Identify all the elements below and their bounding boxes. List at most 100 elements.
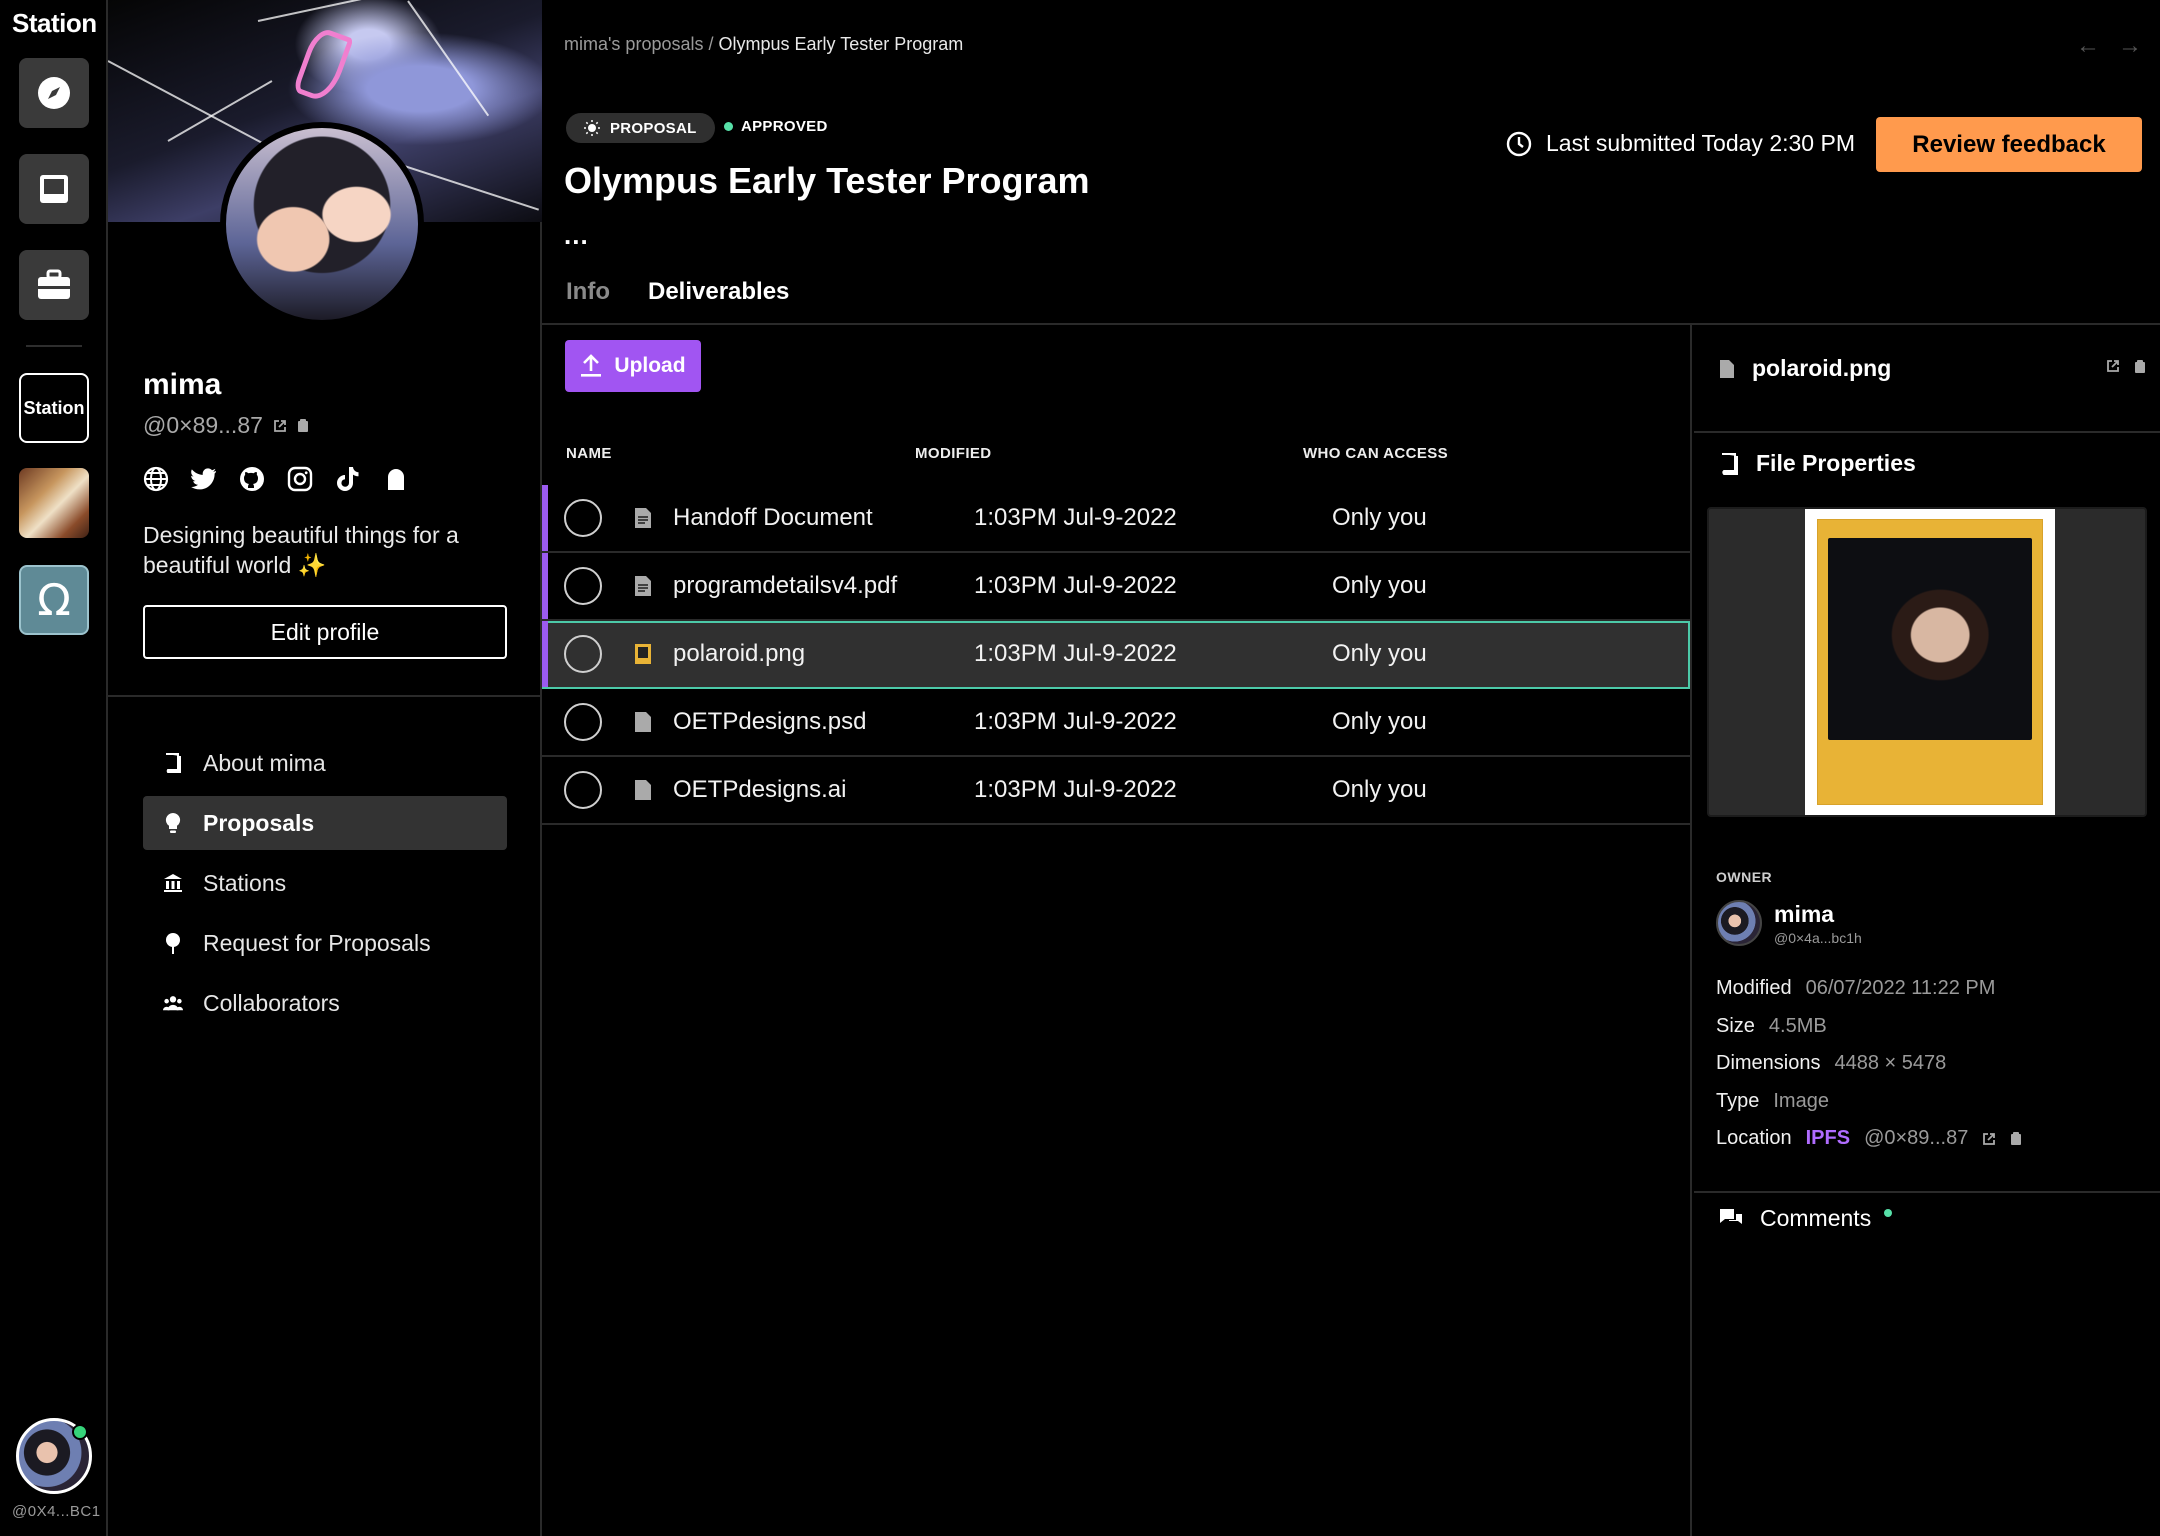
file-modified: 1:03PM Jul-9-2022 <box>974 708 1177 735</box>
row-checkbox[interactable] <box>564 771 602 809</box>
selected-file-name: polaroid.png <box>1752 355 1892 381</box>
file-access: Only you <box>1332 708 1427 735</box>
pin-icon <box>163 933 183 954</box>
prop-value: @0×89...87 <box>1864 1127 1969 1150</box>
nav-about[interactable]: About mima <box>143 736 507 790</box>
nav-stations[interactable]: Stations <box>143 856 507 910</box>
ipfs-link[interactable]: IPFS <box>1806 1127 1850 1150</box>
forward-arrow-icon[interactable]: → <box>2118 32 2142 60</box>
status-label: APPROVED <box>741 118 828 135</box>
file-rows: Handoff Document 1:03PM Jul-9-2022 Only … <box>542 485 1690 825</box>
prop-modified: Modified 06/07/2022 11:22 PM <box>1716 970 2146 1008</box>
side-divider <box>1694 1191 2160 1193</box>
station-thumbnail[interactable] <box>19 468 89 538</box>
copy-icon[interactable] <box>2134 359 2146 374</box>
prop-value: Image <box>1773 1089 1829 1112</box>
main-content: mima's proposals / Olympus Early Tester … <box>542 0 2160 1536</box>
nav-proposals[interactable]: Proposals <box>143 796 507 850</box>
station-switcher[interactable]: Station <box>19 373 89 443</box>
social-links <box>143 466 409 492</box>
github-icon[interactable] <box>239 466 265 492</box>
preview-image <box>1805 509 2055 815</box>
prop-value: 4488 × 5478 <box>1834 1052 1947 1075</box>
profile-panel: mima @0×89...87 Designing beautiful thin… <box>108 0 542 1536</box>
comments-toggle[interactable]: Comments <box>1718 1205 1871 1232</box>
file-name: polaroid.png <box>673 640 806 667</box>
row-checkbox[interactable] <box>564 499 602 537</box>
nav-collaborators[interactable]: Collaborators <box>143 976 507 1030</box>
omega-station[interactable]: Ω <box>19 565 89 635</box>
external-link-icon[interactable] <box>2106 359 2120 373</box>
table-row[interactable]: Handoff Document 1:03PM Jul-9-2022 Only … <box>542 485 1690 553</box>
file-modified: 1:03PM Jul-9-2022 <box>974 776 1177 803</box>
table-row[interactable]: OETPdesigns.psd 1:03PM Jul-9-2022 Only y… <box>542 689 1690 757</box>
owner-handle: @0×4a...bc1h <box>1774 929 1862 946</box>
nav-about-label: About mima <box>203 749 326 776</box>
more-options[interactable]: ... <box>564 220 589 251</box>
owner-info: mima @0×4a...bc1h <box>1716 900 1862 946</box>
nav-rfps[interactable]: Request for Proposals <box>143 916 507 970</box>
prop-location: Location IPFS @0×89...87 <box>1716 1120 2146 1158</box>
back-arrow-icon[interactable]: ← <box>2076 32 2100 60</box>
file-modified: 1:03PM Jul-9-2022 <box>974 572 1177 599</box>
file-icon <box>634 711 652 733</box>
file-access: Only you <box>1332 504 1427 531</box>
row-checkbox[interactable] <box>564 635 602 673</box>
file-modified: 1:03PM Jul-9-2022 <box>974 640 1177 667</box>
doc-icon <box>634 507 652 529</box>
table-row[interactable]: programdetailsv4.pdf 1:03PM Jul-9-2022 O… <box>542 553 1690 621</box>
ghost-icon[interactable] <box>383 466 409 492</box>
inbox-button[interactable] <box>19 154 89 224</box>
app-title: Station <box>12 8 97 38</box>
file-preview[interactable] <box>1707 507 2147 817</box>
row-checkbox[interactable] <box>564 567 602 605</box>
file-actions <box>2106 359 2146 374</box>
owner-avatar[interactable] <box>1716 900 1762 946</box>
row-checkbox[interactable] <box>564 703 602 741</box>
profile-avatar <box>220 122 424 326</box>
status-badge: APPROVED <box>724 118 828 135</box>
station-chip-label: Station <box>23 397 85 418</box>
table-row[interactable]: OETPdesigns.ai 1:03PM Jul-9-2022 Only yo… <box>542 757 1690 825</box>
profile-handle-row: @0×89...87 <box>143 412 309 439</box>
row-accent-bar <box>542 621 548 687</box>
file-properties: Modified 06/07/2022 11:22 PM Size 4.5MB … <box>1716 970 2146 1158</box>
review-feedback-button[interactable]: Review feedback <box>1876 117 2142 172</box>
prop-key: Location <box>1716 1127 1792 1150</box>
comments-label: Comments <box>1760 1205 1872 1231</box>
people-icon <box>163 993 183 1013</box>
twitter-icon[interactable] <box>191 466 217 492</box>
tiktok-icon[interactable] <box>335 466 361 492</box>
tab-deliverables[interactable]: Deliverables <box>648 278 789 306</box>
edit-profile-button[interactable]: Edit profile <box>143 605 507 659</box>
explore-button[interactable] <box>19 58 89 128</box>
work-button[interactable] <box>19 250 89 320</box>
file-modified: 1:03PM Jul-9-2022 <box>974 504 1177 531</box>
profile-nav: About mima Proposals Stations Request fo… <box>143 736 507 1036</box>
file-access: Only you <box>1332 776 1427 803</box>
upload-button[interactable]: Upload <box>565 340 701 392</box>
col-modified[interactable]: MODIFIED <box>915 445 992 462</box>
external-link-icon[interactable] <box>1982 1132 1996 1146</box>
deliverables-list: Upload NAME MODIFIED WHO CAN ACCESS Hand… <box>542 325 1692 1536</box>
col-name[interactable]: NAME <box>566 445 612 462</box>
online-indicator <box>72 1424 88 1440</box>
prop-type: Type Image <box>1716 1083 2146 1121</box>
file-icon <box>1720 359 1734 378</box>
copy-icon[interactable] <box>297 418 309 433</box>
col-access[interactable]: WHO CAN ACCESS <box>1303 445 1448 462</box>
profile-name: mima <box>143 368 222 401</box>
image-icon <box>634 643 652 665</box>
table-row-selected[interactable]: polaroid.png 1:03PM Jul-9-2022 Only you <box>542 621 1690 689</box>
breadcrumb-parent[interactable]: mima's proposals / <box>564 34 713 54</box>
external-link-icon[interactable] <box>273 419 287 433</box>
clock-icon <box>1506 131 1532 156</box>
tab-bar: Info Deliverables <box>566 278 789 306</box>
prop-dimensions: Dimensions 4488 × 5478 <box>1716 1045 2146 1083</box>
copy-icon[interactable] <box>2010 1131 2022 1146</box>
prop-key: Size <box>1716 1014 1755 1037</box>
tab-info[interactable]: Info <box>566 278 610 306</box>
instagram-icon[interactable] <box>287 466 313 492</box>
prop-value: 4.5MB <box>1768 1014 1827 1037</box>
globe-icon[interactable] <box>143 466 169 492</box>
